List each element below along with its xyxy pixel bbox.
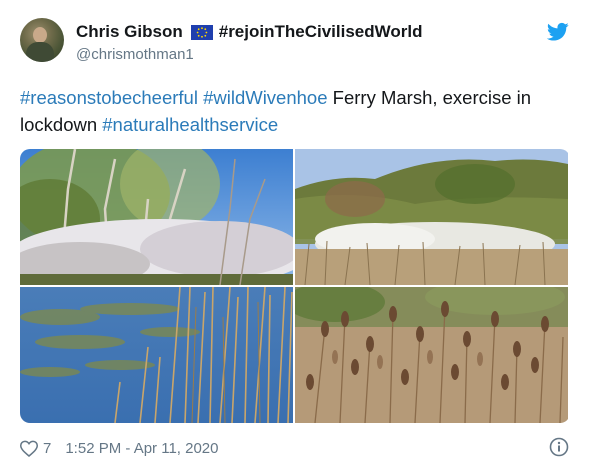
photo-birch-trees-blossom[interactable] bbox=[20, 149, 293, 285]
hashtag-link[interactable]: #naturalhealthservice bbox=[102, 114, 278, 135]
tweet-header: Chris Gibson #rejoinTheCivilisedWorld @c… bbox=[20, 18, 571, 68]
avatar[interactable] bbox=[20, 18, 64, 62]
tweet-card: Chris Gibson #rejoinTheCivilisedWorld @c… bbox=[0, 0, 591, 471]
heart-icon[interactable] bbox=[20, 440, 38, 457]
photo-pond-reeds[interactable] bbox=[20, 287, 293, 423]
tweet-timestamp[interactable]: 1:52 PM - Apr 11, 2020 bbox=[65, 440, 218, 457]
like-count[interactable]: 7 bbox=[43, 440, 51, 457]
media-grid bbox=[20, 149, 570, 423]
eu-flag-icon bbox=[190, 24, 213, 40]
photo-wooded-hill-blossom[interactable] bbox=[295, 149, 568, 285]
tweet-text: #reasonstobecheerful #wildWivenhoe Ferry… bbox=[20, 84, 571, 138]
info-icon[interactable] bbox=[549, 437, 569, 457]
hashtag-link[interactable]: #reasonstobecheerful bbox=[20, 87, 198, 108]
hashtag-link[interactable]: #wildWivenhoe bbox=[203, 87, 327, 108]
twitter-bird-icon[interactable] bbox=[547, 22, 569, 42]
display-name-hashtag[interactable]: #rejoinTheCivilisedWorld bbox=[219, 22, 423, 42]
display-name[interactable]: Chris Gibson bbox=[76, 22, 183, 42]
author-handle[interactable]: @chrismothman1 bbox=[76, 46, 194, 63]
tweet-footer: 7 1:52 PM - Apr 11, 2020 bbox=[20, 436, 571, 460]
author-name-row[interactable]: Chris Gibson #rejoinTheCivilisedWorld bbox=[76, 22, 422, 42]
photo-teasels[interactable] bbox=[295, 287, 568, 423]
